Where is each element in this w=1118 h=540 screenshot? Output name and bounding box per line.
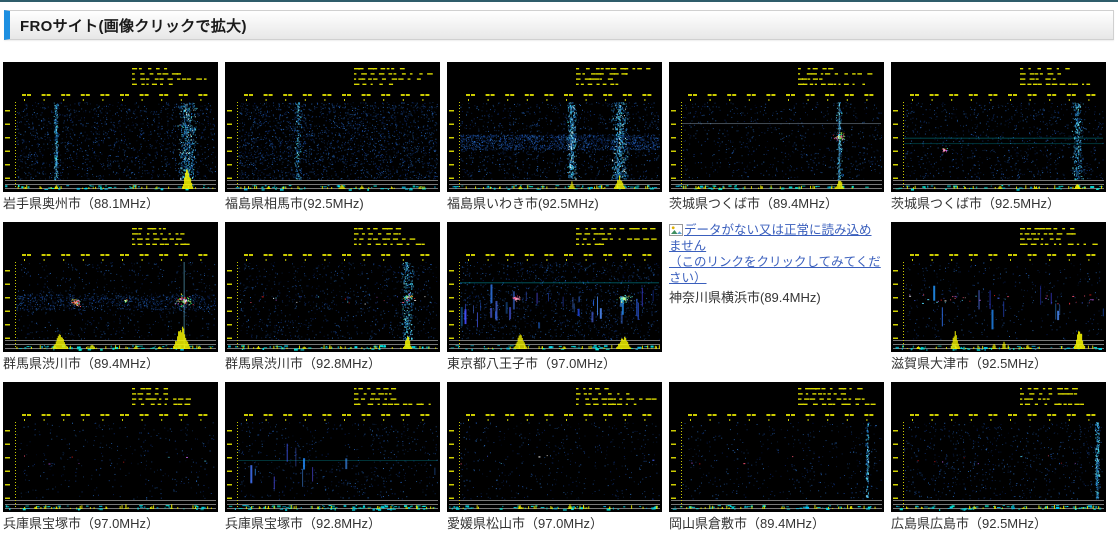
spectrogram-image[interactable] bbox=[891, 222, 1106, 352]
tile-caption: 滋賀県大津市（92.5MHz） bbox=[891, 356, 1048, 371]
spectrogram-image[interactable] bbox=[3, 62, 218, 192]
spectrogram-thumbnail[interactable]: 東京都八王子市（97.0MHz） bbox=[447, 222, 662, 372]
spectrogram-thumbnail[interactable]: 福島県いわき市(92.5MHz) bbox=[447, 62, 662, 212]
tile-caption: 兵庫県宝塚市（97.0MHz） bbox=[3, 516, 160, 531]
spectrogram-thumbnail[interactable]: 広島県広島市（92.5MHz） bbox=[891, 382, 1106, 532]
spectrogram-image[interactable] bbox=[891, 62, 1106, 192]
tile-caption: 福島県いわき市(92.5MHz) bbox=[447, 196, 599, 211]
tile-caption: 福島県相馬市(92.5MHz) bbox=[225, 196, 364, 211]
section-header: FROサイト(画像クリックで拡大) bbox=[4, 10, 1114, 40]
top-border-line bbox=[0, 0, 1118, 2]
spectrogram-thumbnail[interactable]: 群馬県渋川市（92.8MHz） bbox=[225, 222, 440, 372]
spectrogram-image[interactable] bbox=[891, 382, 1106, 512]
spectrogram-thumbnail[interactable]: 茨城県つくば市（92.5MHz） bbox=[891, 62, 1106, 212]
spectrogram-thumbnail[interactable]: 岩手県奥州市（88.1MHz） bbox=[3, 62, 218, 212]
tile-caption: 愛媛県松山市（97.0MHz） bbox=[447, 516, 604, 531]
tile-caption: 茨城県つくば市（89.4MHz） bbox=[669, 196, 839, 211]
tile-caption: 東京都八王子市（97.0MHz） bbox=[447, 356, 617, 371]
spectrogram-thumbnail[interactable]: 兵庫県宝塚市（97.0MHz） bbox=[3, 382, 218, 532]
spectrogram-image[interactable] bbox=[3, 222, 218, 352]
spectrogram-thumbnail[interactable]: 滋賀県大津市（92.5MHz） bbox=[891, 222, 1106, 372]
tile-caption: 群馬県渋川市（92.8MHz） bbox=[225, 356, 382, 371]
broken-data-cell: データがない又は正常に読み込めません （このリンクをクリックしてみてください） 神… bbox=[669, 222, 884, 306]
tile-caption: 茨城県つくば市（92.5MHz） bbox=[891, 196, 1061, 211]
tile-caption: 神奈川県横浜市(89.4MHz) bbox=[669, 290, 821, 305]
broken-image-icon bbox=[669, 224, 683, 236]
spectrogram-thumbnail[interactable]: 愛媛県松山市（97.0MHz） bbox=[447, 382, 662, 532]
page-title: FROサイト(画像クリックで拡大) bbox=[20, 17, 247, 35]
spectrogram-image[interactable] bbox=[447, 222, 662, 352]
broken-data-link[interactable]: データがない又は正常に読み込めません （このリンクをクリックしてみてください） bbox=[669, 222, 884, 286]
spectrogram-thumbnail[interactable]: 群馬県渋川市（89.4MHz） bbox=[3, 222, 218, 372]
spectrogram-thumbnail[interactable]: 岡山県倉敷市（89.4MHz） bbox=[669, 382, 884, 532]
spectrogram-image[interactable] bbox=[3, 382, 218, 512]
thumbnail-grid: 岩手県奥州市（88.1MHz） 福島県相馬市(92.5MHz) 福島県いわき市(… bbox=[3, 62, 1118, 532]
spectrogram-image[interactable] bbox=[225, 382, 440, 512]
spectrogram-thumbnail[interactable]: 兵庫県宝塚市（92.8MHz） bbox=[225, 382, 440, 532]
tile-caption: 群馬県渋川市（89.4MHz） bbox=[3, 356, 160, 371]
spectrogram-image[interactable] bbox=[669, 62, 884, 192]
tile-caption: 岩手県奥州市（88.1MHz） bbox=[3, 196, 160, 211]
tile-caption: 岡山県倉敷市（89.4MHz） bbox=[669, 516, 826, 531]
spectrogram-image[interactable] bbox=[447, 62, 662, 192]
broken-link-line2: （このリンクをクリックしてみてください） bbox=[669, 255, 881, 285]
spectrogram-image[interactable] bbox=[447, 382, 662, 512]
broken-link-line1: データがない又は正常に読み込めません bbox=[669, 223, 872, 253]
spectrogram-thumbnail[interactable]: 茨城県つくば市（89.4MHz） bbox=[669, 62, 884, 212]
spectrogram-image[interactable] bbox=[225, 62, 440, 192]
tile-caption: 兵庫県宝塚市（92.8MHz） bbox=[225, 516, 382, 531]
spectrogram-thumbnail[interactable]: 福島県相馬市(92.5MHz) bbox=[225, 62, 440, 212]
spectrogram-image[interactable] bbox=[669, 382, 884, 512]
tile-caption: 広島県広島市（92.5MHz） bbox=[891, 516, 1048, 531]
spectrogram-image[interactable] bbox=[225, 222, 440, 352]
